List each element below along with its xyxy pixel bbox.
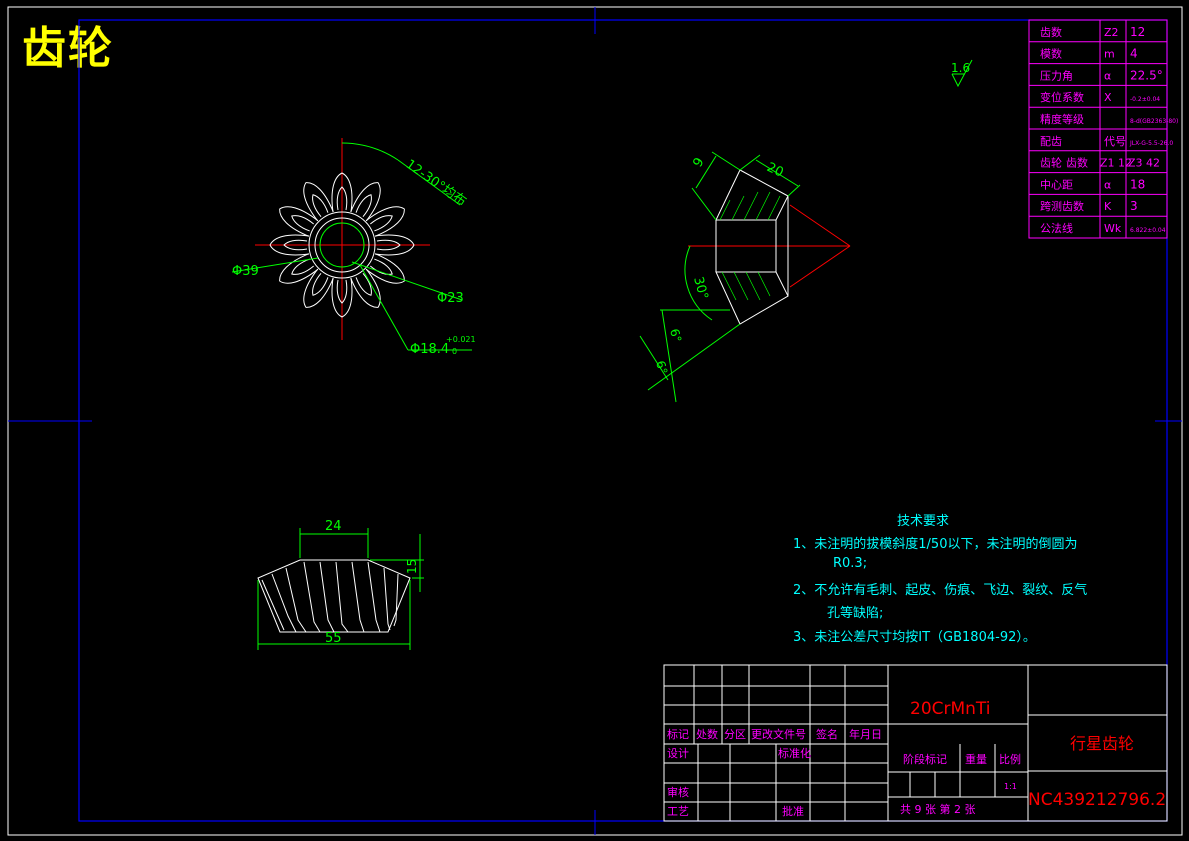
bore-tol-lower: 0: [452, 347, 457, 356]
bottom-dim-15: 15: [405, 559, 419, 574]
tech-line3: 3、未注公差尺寸均按IT（GB1804-92）。: [793, 630, 1036, 645]
tb-change-doc: 更改文件号: [751, 727, 806, 741]
param-name: 齿轮: [1040, 156, 1062, 170]
param-name: 压力角: [1040, 69, 1073, 82]
surface-finish-symbol: 1.6: [951, 59, 973, 88]
side-dim-6b: 6°: [653, 359, 670, 376]
tb-weight: 重量: [965, 752, 987, 766]
param-name: 精度等级: [1040, 112, 1084, 126]
tb-sign: 签名: [816, 727, 838, 741]
outer-dia-dim: Φ39: [232, 264, 259, 279]
bottom-teeth: [261, 561, 399, 633]
param-symbol: X: [1104, 91, 1112, 104]
tech-heading: 技术要求: [897, 514, 950, 529]
tb-approve: 批准: [782, 804, 804, 818]
drawing-frame: [7, 6, 1183, 836]
tb-date: 年月日: [849, 727, 882, 741]
param-value: -0.2±0.04: [1130, 96, 1160, 103]
param-symbol: K: [1104, 200, 1112, 213]
bore-tol-upper: +0.021: [446, 335, 476, 344]
param-name: 公法线: [1040, 221, 1073, 235]
tech-line2b: 孔等缺陷;: [827, 606, 884, 621]
param-value: 12: [1130, 25, 1145, 39]
tb-design: 设计: [667, 747, 689, 760]
side-view: 20 9 30° 6° 6°: [639, 151, 851, 403]
tb-scale-value: 1:1: [1004, 782, 1017, 791]
material: 20CrMnTi: [910, 699, 991, 719]
param-value: 18: [1130, 177, 1145, 191]
side-dim-9: 9: [690, 155, 707, 170]
bottom-dim-55: 55: [325, 631, 342, 646]
tb-process: 工艺: [667, 805, 689, 818]
param-value: Z3 42: [1128, 157, 1160, 170]
tb-sheets: 共 9 张 第 2 张: [900, 802, 975, 816]
param-value: JLX-G-5.5-26.0: [1129, 140, 1173, 147]
param-symbol: m: [1104, 48, 1115, 61]
param-symbol: α: [1104, 69, 1111, 82]
tb-review: 审核: [667, 785, 689, 799]
gear-param-table: 齿数 Z2 12 模数 m 4 压力角 α 22.5° 变位系数 X -0.2±0.04 精度等级 8-d…: [1028, 19, 1178, 239]
param-symbol: α: [1104, 178, 1111, 191]
tech-line2: 2、不允许有毛刺、起皮、伤痕、飞边、裂纹、反气: [793, 583, 1088, 598]
tb-mark: 标记: [667, 727, 689, 741]
spline-dim: 12-30°均布: [403, 157, 469, 210]
param-name: 中心距: [1040, 178, 1073, 191]
tech-line1b: R0.3;: [833, 556, 868, 571]
drawing-number: NC439212796.2: [1028, 790, 1166, 810]
inner-dia-dim: Φ23: [437, 291, 464, 306]
param-value: 6.822±0.04: [1130, 227, 1166, 234]
tb-standard: 标准化: [778, 746, 811, 760]
param-value: 22.5°: [1130, 68, 1163, 82]
param-symbol-label: 齿数: [1066, 157, 1088, 170]
param-symbol: 代号: [1104, 135, 1126, 148]
param-name: 跨测齿数: [1040, 200, 1084, 213]
param-name: 齿数: [1040, 26, 1062, 39]
tb-stage: 阶段标记: [903, 752, 947, 766]
param-value: 3: [1130, 199, 1138, 213]
param-symbol: Z2: [1104, 26, 1119, 39]
bore-dia-dim: Φ18.4: [410, 342, 449, 357]
front-view: 12-30°均布 Φ39 Φ23 Φ18.4 +0.021 0: [231, 138, 476, 357]
tech-line1: 1、未注明的拔模斜度1/50以下，未注明的倒圆为: [793, 537, 1078, 552]
surface-finish-value: 1.6: [951, 61, 970, 75]
engineering-drawing: 1.6 12-30°均布 Φ39 Φ23 Φ18.4 +0.021 0 20 9…: [7, 6, 1183, 836]
side-dim-30: 30°: [690, 275, 710, 301]
param-value: 8-d(GB2363-80): [1130, 118, 1178, 125]
param-symbol: Wk: [1104, 222, 1122, 235]
side-dim-20: 20: [764, 160, 785, 181]
part-name: 行星齿轮: [1070, 734, 1134, 753]
param-value: 4: [1130, 47, 1138, 61]
bottom-view: 24 15 55: [257, 519, 424, 650]
tb-zone: 分区: [724, 728, 746, 741]
param-name: 变位系数: [1040, 90, 1084, 104]
param-name: 模数: [1040, 48, 1062, 61]
bottom-dim-24: 24: [325, 519, 342, 534]
param-name: 配齿: [1040, 135, 1062, 148]
tb-scale: 比例: [999, 752, 1021, 766]
side-dim-6a: 6°: [667, 327, 684, 344]
tb-count: 处数: [696, 728, 718, 741]
